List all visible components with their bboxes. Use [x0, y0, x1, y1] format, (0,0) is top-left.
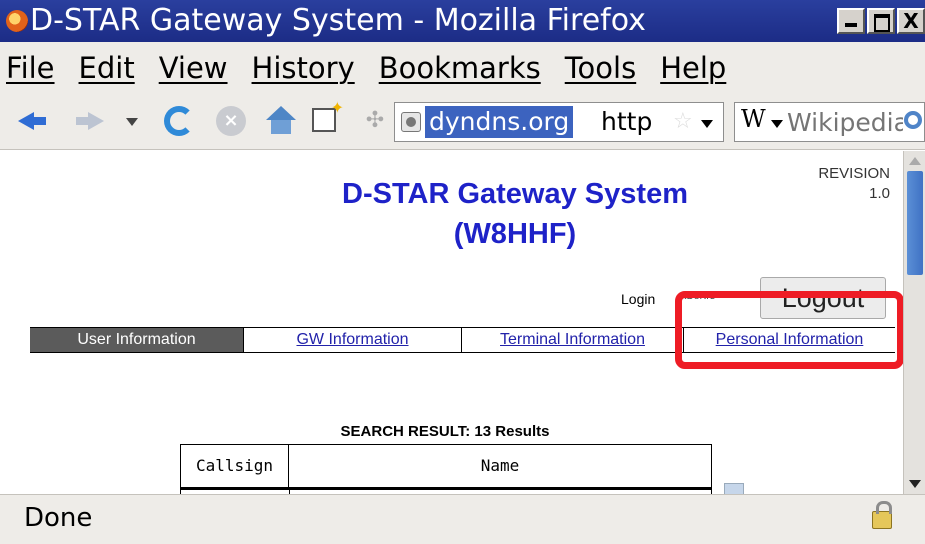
revision-value: 1.0	[869, 185, 890, 202]
menu-edit[interactable]: Edit	[79, 51, 135, 85]
scroll-up-icon[interactable]	[904, 151, 925, 171]
menu-help[interactable]: Help	[660, 51, 726, 85]
firefox-icon	[6, 10, 28, 32]
page-content: D-STAR Gateway System (W8HHF) REVISION 1…	[0, 151, 903, 494]
vertical-scrollbar[interactable]	[903, 151, 925, 494]
tab-user-information[interactable]: User Information	[30, 328, 244, 352]
engine-dropdown-icon[interactable]	[771, 120, 783, 128]
page-image-icon	[724, 483, 744, 494]
new-tab-icon[interactable]	[312, 98, 344, 132]
forward-icon[interactable]	[76, 106, 106, 136]
history-dropdown-icon[interactable]	[124, 106, 140, 136]
throbber-icon: ✣	[365, 108, 385, 133]
tab-terminal-information: Terminal Information	[462, 328, 684, 352]
menu-tools[interactable]: Tools	[565, 51, 636, 85]
page-title: D-STAR Gateway System (W8HHF)	[230, 174, 800, 254]
status-bar: Done	[0, 494, 925, 544]
login-label: Login	[621, 291, 656, 307]
search-result-table: Callsign Name	[180, 444, 712, 494]
search-result-heading: SEARCH RESULT: 13 Results	[340, 423, 550, 440]
url-host[interactable]: dyndns.org	[425, 106, 574, 138]
search-bar: W	[734, 102, 925, 142]
search-input[interactable]	[787, 106, 903, 138]
window-title-bar: D-STAR Gateway System - Mozilla Firefox …	[0, 0, 925, 42]
menu-bookmarks[interactable]: Bookmarks	[379, 51, 541, 85]
window-title: D-STAR Gateway System - Mozilla Firefox	[30, 3, 646, 38]
reload-icon[interactable]	[164, 106, 194, 136]
revision-label: REVISION	[818, 165, 890, 182]
red-highlight-box	[675, 291, 903, 369]
tab-gw-information-link[interactable]: GW Information	[296, 331, 408, 348]
home-icon[interactable]	[266, 106, 296, 136]
column-header-callsign: Callsign	[181, 445, 289, 487]
table-header-divider	[181, 487, 711, 490]
back-icon[interactable]	[18, 106, 48, 136]
window-controls: X	[837, 8, 925, 34]
tab-terminal-information-link[interactable]: Terminal Information	[500, 331, 645, 348]
lock-icon[interactable]	[872, 501, 892, 529]
url-text[interactable]: http	[601, 106, 652, 138]
stop-icon[interactable]: ×	[216, 106, 246, 136]
wikipedia-engine-icon[interactable]: W	[741, 105, 766, 133]
scroll-thumb[interactable]	[907, 171, 923, 275]
page-title-line2: (W8HHF)	[453, 218, 577, 250]
site-identity-icon[interactable]	[401, 112, 421, 132]
menu-bar: File Edit View History Bookmarks Tools H…	[0, 42, 925, 94]
status-text: Done	[24, 503, 93, 533]
url-bar[interactable]: dyndns.org http ☆	[394, 102, 724, 142]
scroll-down-icon[interactable]	[904, 474, 925, 494]
minimize-button[interactable]	[837, 8, 865, 34]
tab-gw-information: GW Information	[244, 328, 462, 352]
url-dropdown-icon[interactable]	[701, 120, 713, 128]
column-header-name: Name	[480, 456, 520, 475]
page-title-line1: D-STAR Gateway System	[342, 178, 688, 210]
revision-info: REVISION 1.0	[790, 164, 890, 204]
bookmark-star-icon[interactable]: ☆	[673, 109, 693, 134]
search-icon[interactable]	[904, 111, 922, 129]
close-button[interactable]: X	[897, 8, 925, 34]
menu-history[interactable]: History	[252, 51, 355, 85]
menu-view[interactable]: View	[159, 51, 228, 85]
menu-file[interactable]: File	[6, 51, 55, 85]
navigation-toolbar: × ✣ dyndns.org http ☆ W	[0, 94, 925, 150]
maximize-button[interactable]	[867, 8, 895, 34]
